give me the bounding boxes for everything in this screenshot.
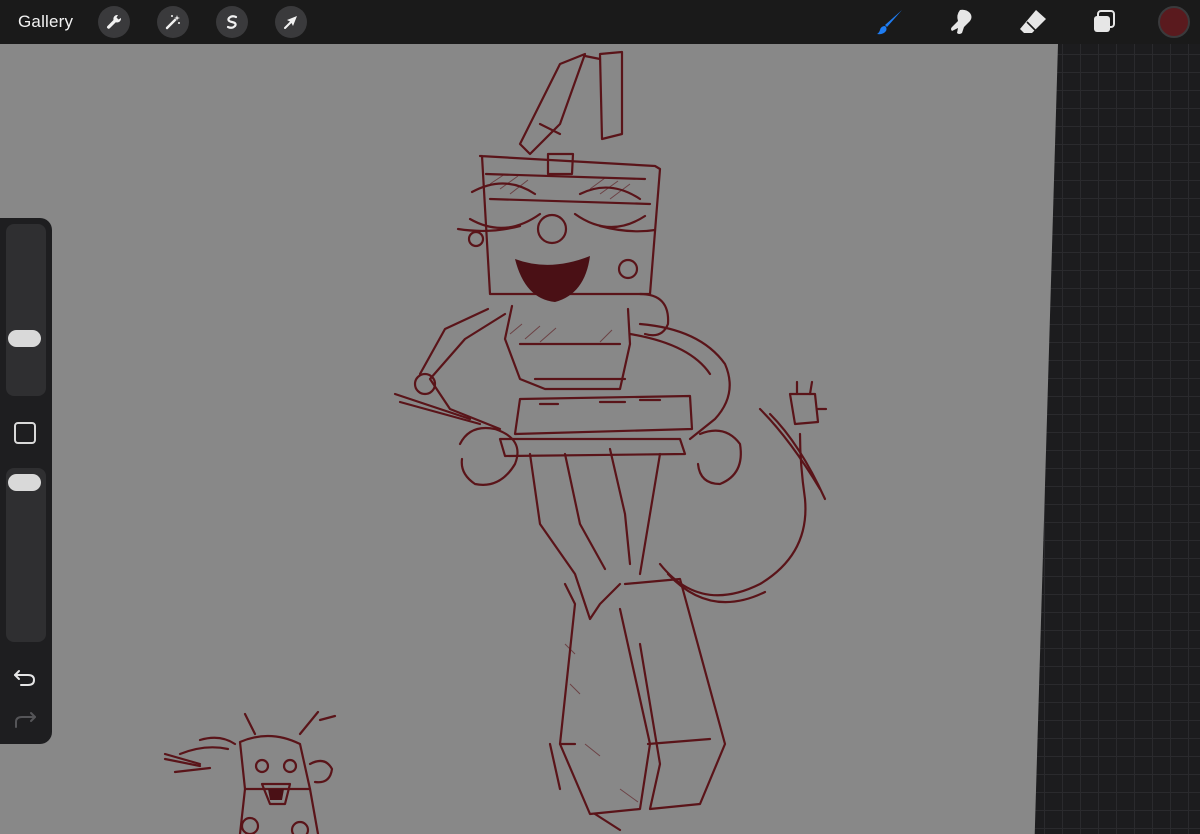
selection-s-icon bbox=[226, 15, 238, 29]
transform-button[interactable] bbox=[275, 6, 307, 38]
actions-button[interactable] bbox=[98, 6, 130, 38]
opacity-thumb[interactable] bbox=[8, 474, 41, 491]
smudge-icon bbox=[951, 9, 972, 35]
left-sidebar bbox=[0, 218, 52, 744]
layers-button[interactable] bbox=[1088, 6, 1120, 38]
sketch-artwork bbox=[163, 50, 828, 834]
redo-button[interactable] bbox=[12, 708, 38, 730]
eraser-tool[interactable] bbox=[1017, 6, 1049, 38]
gallery-button[interactable]: Gallery bbox=[18, 12, 73, 32]
brush-tool[interactable] bbox=[874, 6, 906, 38]
brush-icon bbox=[877, 10, 902, 35]
color-picker-swatch[interactable] bbox=[1158, 6, 1190, 38]
top-toolbar: Gallery bbox=[0, 0, 1200, 44]
transform-arrow-icon bbox=[284, 16, 297, 29]
modify-square-button[interactable] bbox=[14, 422, 36, 444]
drawing-canvas[interactable] bbox=[0, 44, 1058, 834]
brush-size-slider[interactable] bbox=[6, 224, 46, 396]
undo-icon bbox=[14, 670, 36, 686]
redo-icon bbox=[15, 712, 36, 728]
brush-size-thumb[interactable] bbox=[8, 330, 41, 347]
smudge-tool[interactable] bbox=[945, 6, 977, 38]
opacity-slider[interactable] bbox=[6, 468, 46, 642]
selection-button[interactable] bbox=[216, 6, 248, 38]
layers-icon bbox=[1094, 10, 1115, 32]
eraser-icon bbox=[1020, 10, 1046, 33]
adjustments-button[interactable] bbox=[157, 6, 189, 38]
undo-button[interactable] bbox=[12, 666, 38, 688]
wrench-icon bbox=[107, 14, 122, 29]
magic-wand-icon bbox=[165, 15, 180, 30]
